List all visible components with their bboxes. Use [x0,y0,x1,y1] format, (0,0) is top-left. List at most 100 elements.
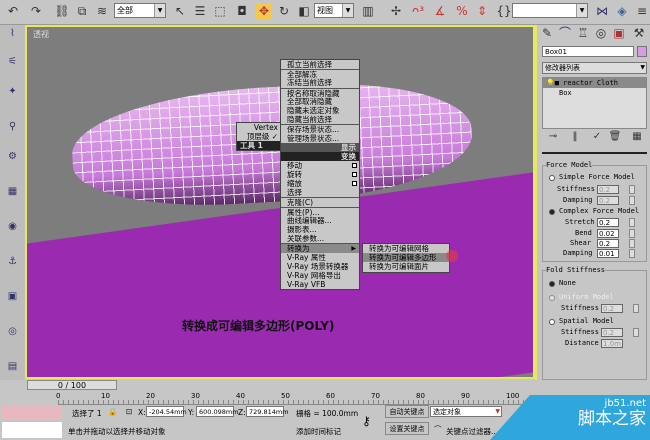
shear-spinner[interactable]: 0.2 [597,239,619,248]
snapshot-icon[interactable]: ⚟ [4,55,21,69]
undo-icon[interactable]: ↶ [5,3,21,19]
menu-item-top-level[interactable]: 顶层级 ✓ [237,132,282,141]
preview-icon[interactable]: ▣ [4,290,21,304]
absolute-mode-icon[interactable]: ⊡ [126,407,132,416]
menu-item[interactable]: 按名称取消隐藏 [281,87,359,98]
utilities-tab-icon[interactable]: ⚒ [631,25,647,41]
helper-icon[interactable]: ⚲ [4,120,21,134]
settings-box-icon[interactable] [352,162,357,168]
menu-item-clone[interactable]: 克隆(C) [281,197,359,207]
menu-item-dope-sheet[interactable]: 摄影表... [281,225,359,234]
object-color-swatch[interactable] [637,46,647,57]
menu-item-vertex[interactable]: Vertex [237,123,282,132]
z-coordinate-input[interactable]: 729.814mm [246,406,289,417]
menu-item-rotate[interactable]: 旋转 [281,170,359,179]
named-selection-dropdown[interactable]: ▼ [512,3,588,18]
motion-tab-icon[interactable]: ◎ [593,25,609,41]
create-tab-icon[interactable]: ✎ [539,25,555,41]
menu-item[interactable]: 全部解冻 [281,69,359,79]
menu-item[interactable]: 隐藏未选定对象 [281,106,359,115]
spinner-arrows[interactable] [629,218,635,227]
uniform-model-radio[interactable] [549,295,555,301]
select-and-move-icon[interactable]: ✥ [256,3,272,19]
select-by-name-icon[interactable]: ☰ [192,3,208,19]
window-crossing-icon[interactable]: ◘ [234,3,250,19]
menu-item-wire-parameters[interactable]: 关联参数... [281,234,359,243]
stack-item-box[interactable]: Box [543,88,646,98]
reactor-icon[interactable]: ⚙ [4,150,21,164]
spinner-arrows[interactable] [629,249,635,258]
spinner-arrows[interactable] [633,304,639,313]
reference-coordinate-dropdown[interactable]: 视图 ▼ [314,3,354,18]
auto-key-button[interactable]: 自动关键点 [385,405,429,418]
curve-icon[interactable]: ⌇ [4,27,21,41]
maxscript-input[interactable] [2,422,62,438]
layers-icon[interactable]: ≡ [634,3,650,19]
track-bar[interactable]: 0 10 20 30 40 50 60 70 80 90 100 [56,392,568,405]
menu-item-convert-poly[interactable]: 转换为可编辑多边形 [363,253,449,263]
menu-item-vray-properties[interactable]: V-Ray 属性 [281,253,359,262]
rigid-body-icon[interactable]: ◉ [4,220,21,234]
link-icon[interactable]: ⛓ [54,3,70,19]
menu-item[interactable]: 保存场景状态... [281,124,359,134]
bind-space-warp-icon[interactable]: ≋ [94,3,110,19]
select-and-scale-icon[interactable]: ◧ [296,3,312,19]
spinner-arrows[interactable] [629,196,635,205]
select-and-rotate-icon[interactable]: ↻ [276,3,292,19]
pivot-center-icon[interactable]: ▥ [360,3,376,19]
menu-item[interactable]: 管理场景状态... [281,134,359,143]
menu-item-convert-patch[interactable]: 转换为可编辑面片 [363,262,449,271]
key-icon[interactable]: ⚷ [362,414,371,428]
lightbulb-icon[interactable]: 💡 [546,79,555,87]
unlink-icon[interactable]: ⧉ [74,3,90,19]
spinner-arrows[interactable] [629,229,635,238]
configure-sets-icon[interactable]: ▦ [629,129,645,145]
x-coordinate-input[interactable]: -204.54mm [146,406,187,417]
spinner-arrows[interactable] [633,328,639,337]
analyze-icon[interactable]: ◎ [4,325,21,339]
display-tab-icon[interactable]: ▣ [611,25,627,41]
spinner-arrows[interactable] [629,239,635,248]
bend-spinner[interactable]: 0.02 [597,229,619,238]
make-unique-icon[interactable]: ✓ [589,129,605,145]
distance-spinner[interactable]: 1.0m [601,339,623,348]
modify-tab-icon[interactable]: ⌒ [557,25,573,41]
redo-icon[interactable]: ↷ [28,3,44,19]
damping-spinner[interactable]: 0.01 [597,249,619,258]
spatial-stiffness-spinner[interactable]: 0.2 [601,328,623,337]
key-mode-dropdown[interactable]: 选定对象 ▼ [430,406,502,417]
menu-item-move[interactable]: 移动 [281,161,359,170]
menu-item[interactable]: 冻结当前选择 [281,78,359,87]
none-radio[interactable] [549,281,555,287]
settings-box-icon[interactable] [352,181,357,187]
set-key-button[interactable]: 设置关键点 [385,422,429,435]
simple-force-model-radio[interactable] [549,175,555,181]
edit-named-selections-icon[interactable]: {} [496,3,512,19]
object-name-input[interactable]: Box01 [542,46,634,57]
stack-item-reactor-cloth[interactable]: 💡■ reactor Cloth [543,78,646,88]
constraint-icon[interactable]: ⚓ [4,255,21,269]
menu-item[interactable]: 隐藏当前选择 [281,115,359,124]
menu-item[interactable]: 孤立当前选择 [281,60,359,69]
stretch-spinner[interactable]: 0.2 [597,218,619,227]
remove-modifier-icon[interactable]: 🗑 [607,129,623,145]
selection-filter-dropdown[interactable]: 全部 ▼ [114,3,166,18]
mirror-icon[interactable]: ⋈ [594,3,610,19]
menu-item-vray-scene-converter[interactable]: V-Ray 场景转换器 [281,262,359,271]
rectangular-region-icon[interactable]: ⬚ [212,3,228,19]
lock-icon[interactable]: 🔒 [108,407,117,416]
settings-box-icon[interactable] [352,171,357,177]
menu-item[interactable]: 全部取消隐藏 [281,97,359,106]
percent-snap-icon[interactable]: % [454,3,470,19]
hierarchy-tab-icon[interactable]: ♖ [575,25,591,41]
viewport-label[interactable]: 透视 [33,29,49,40]
menu-item-properties[interactable]: 属性(P)... [281,206,359,217]
menu-item-convert-mesh[interactable]: 转换为可编辑网格 [363,244,449,253]
menu-item-select[interactable]: 选择 [281,188,359,197]
angle-snap-icon[interactable]: ∡ [432,3,448,19]
simple-stiffness-spinner[interactable]: 0.2 [597,185,619,194]
uniform-stiffness-spinner[interactable]: 0.2 [601,304,623,313]
key-filters-button[interactable]: 关键点过滤器... [446,426,498,437]
select-object-icon[interactable]: ↖ [172,3,188,19]
pin-stack-icon[interactable]: ⊸ [545,129,561,145]
